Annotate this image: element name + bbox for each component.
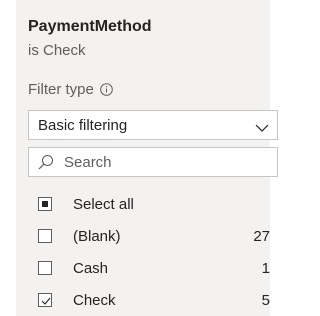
list-item-blank[interactable]: (Blank) 27 [38, 224, 270, 248]
blank-checkbox[interactable] [38, 229, 52, 243]
cash-checkbox[interactable] [38, 261, 52, 275]
chevron-down-icon [255, 120, 269, 132]
search-input[interactable] [64, 153, 264, 171]
filter-type-label: Filter type [28, 81, 113, 98]
filter-condition-summary: is Check [28, 42, 86, 59]
list-item-label: Select all [73, 195, 134, 213]
check-icon [41, 297, 51, 305]
list-item-label: (Blank) [73, 227, 121, 245]
search-box[interactable] [28, 147, 278, 177]
filter-type-selected-value: Basic filtering [38, 116, 128, 134]
list-item-label: Cash [73, 259, 109, 277]
filter-type-dropdown[interactable]: Basic filtering [28, 110, 278, 140]
check-checkbox[interactable] [38, 293, 52, 307]
list-item-count: 5 [261, 291, 270, 309]
list-item-check[interactable]: Check 5 [38, 288, 270, 312]
filter-card: PaymentMethod is Check Filter type Basic… [16, 0, 278, 316]
list-item-count: 27 [253, 227, 270, 245]
filter-field-name: PaymentMethod [28, 18, 152, 35]
info-icon[interactable] [100, 83, 113, 96]
filter-type-text: Filter type [28, 81, 94, 98]
select-all-checkbox[interactable] [38, 197, 52, 211]
list-item-label: Check [73, 291, 116, 309]
list-item-select-all[interactable]: Select all [38, 192, 270, 216]
filter-value-list: Select all (Blank) 27 Cash 1 Check 5 [38, 192, 270, 312]
list-item-count: 1 [261, 259, 270, 277]
list-item-cash[interactable]: Cash 1 [38, 256, 270, 280]
search-icon [38, 154, 54, 170]
